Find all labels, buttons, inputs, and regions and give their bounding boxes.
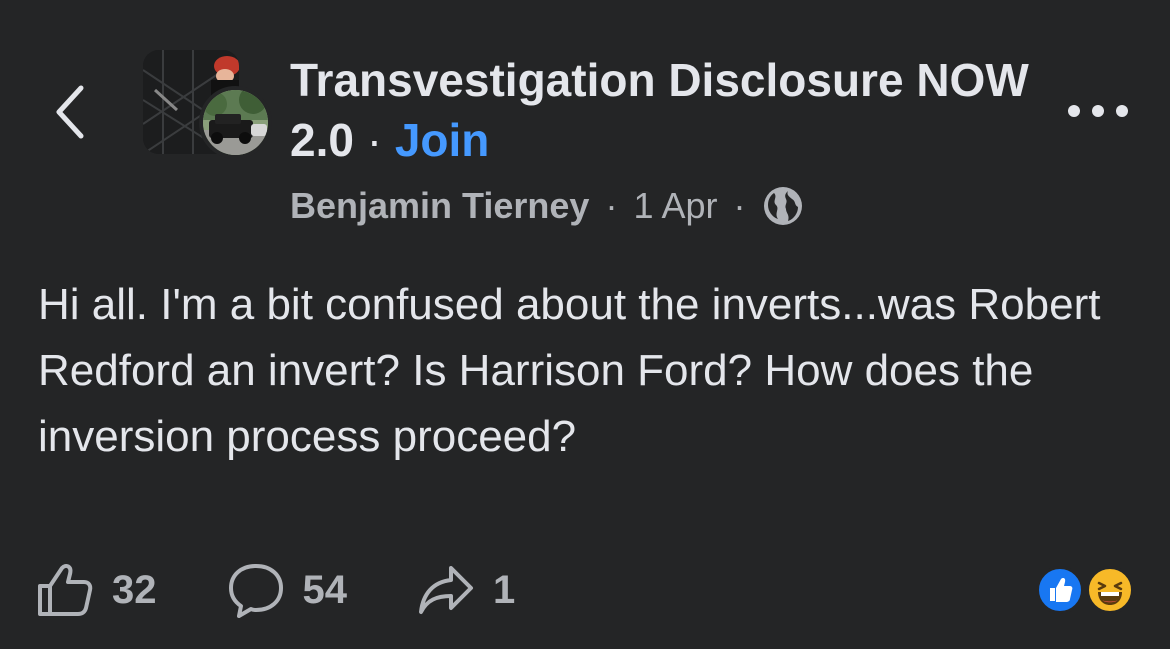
globe-icon[interactable] [762,185,804,227]
meta-separator: · [605,185,618,226]
thumbs-up-icon [38,564,93,616]
title-separator: · [353,114,395,166]
post-body: Hi all. I'm a bit confused about the inv… [38,280,1101,461]
share-count: 1 [493,567,516,612]
more-horizontal-icon [1116,105,1128,117]
like-reaction-icon [1036,566,1084,614]
post-date[interactable]: 1 Apr [633,184,717,228]
join-button[interactable]: Join [395,114,490,166]
back-button[interactable] [50,82,90,142]
like-button[interactable]: 32 [36,562,157,618]
action-bar: 32 54 1 [36,560,585,620]
reaction-summary[interactable] [1036,566,1136,616]
author-name[interactable]: Benjamin Tierney [290,184,589,228]
chevron-left-icon [56,85,84,139]
comment-icon [228,564,283,618]
more-options-button[interactable] [1068,98,1128,124]
post-header: Transvestigation Disclosure NOW 2.0 · Jo… [290,50,1030,228]
post-meta: Benjamin Tierney · 1 Apr · [290,184,1030,228]
meta-separator: · [733,185,746,226]
comment-count: 54 [302,567,348,612]
group-avatar[interactable] [143,50,273,159]
like-count: 32 [112,567,157,612]
group-title: Transvestigation Disclosure NOW 2.0 · Jo… [290,50,1030,170]
haha-reaction-icon [1086,566,1134,614]
share-icon [419,566,473,614]
share-button[interactable]: 1 [417,564,515,616]
comment-button[interactable]: 54 [227,562,348,618]
more-horizontal-icon [1092,105,1104,117]
profile-avatar [199,86,272,159]
more-horizontal-icon [1068,105,1080,117]
